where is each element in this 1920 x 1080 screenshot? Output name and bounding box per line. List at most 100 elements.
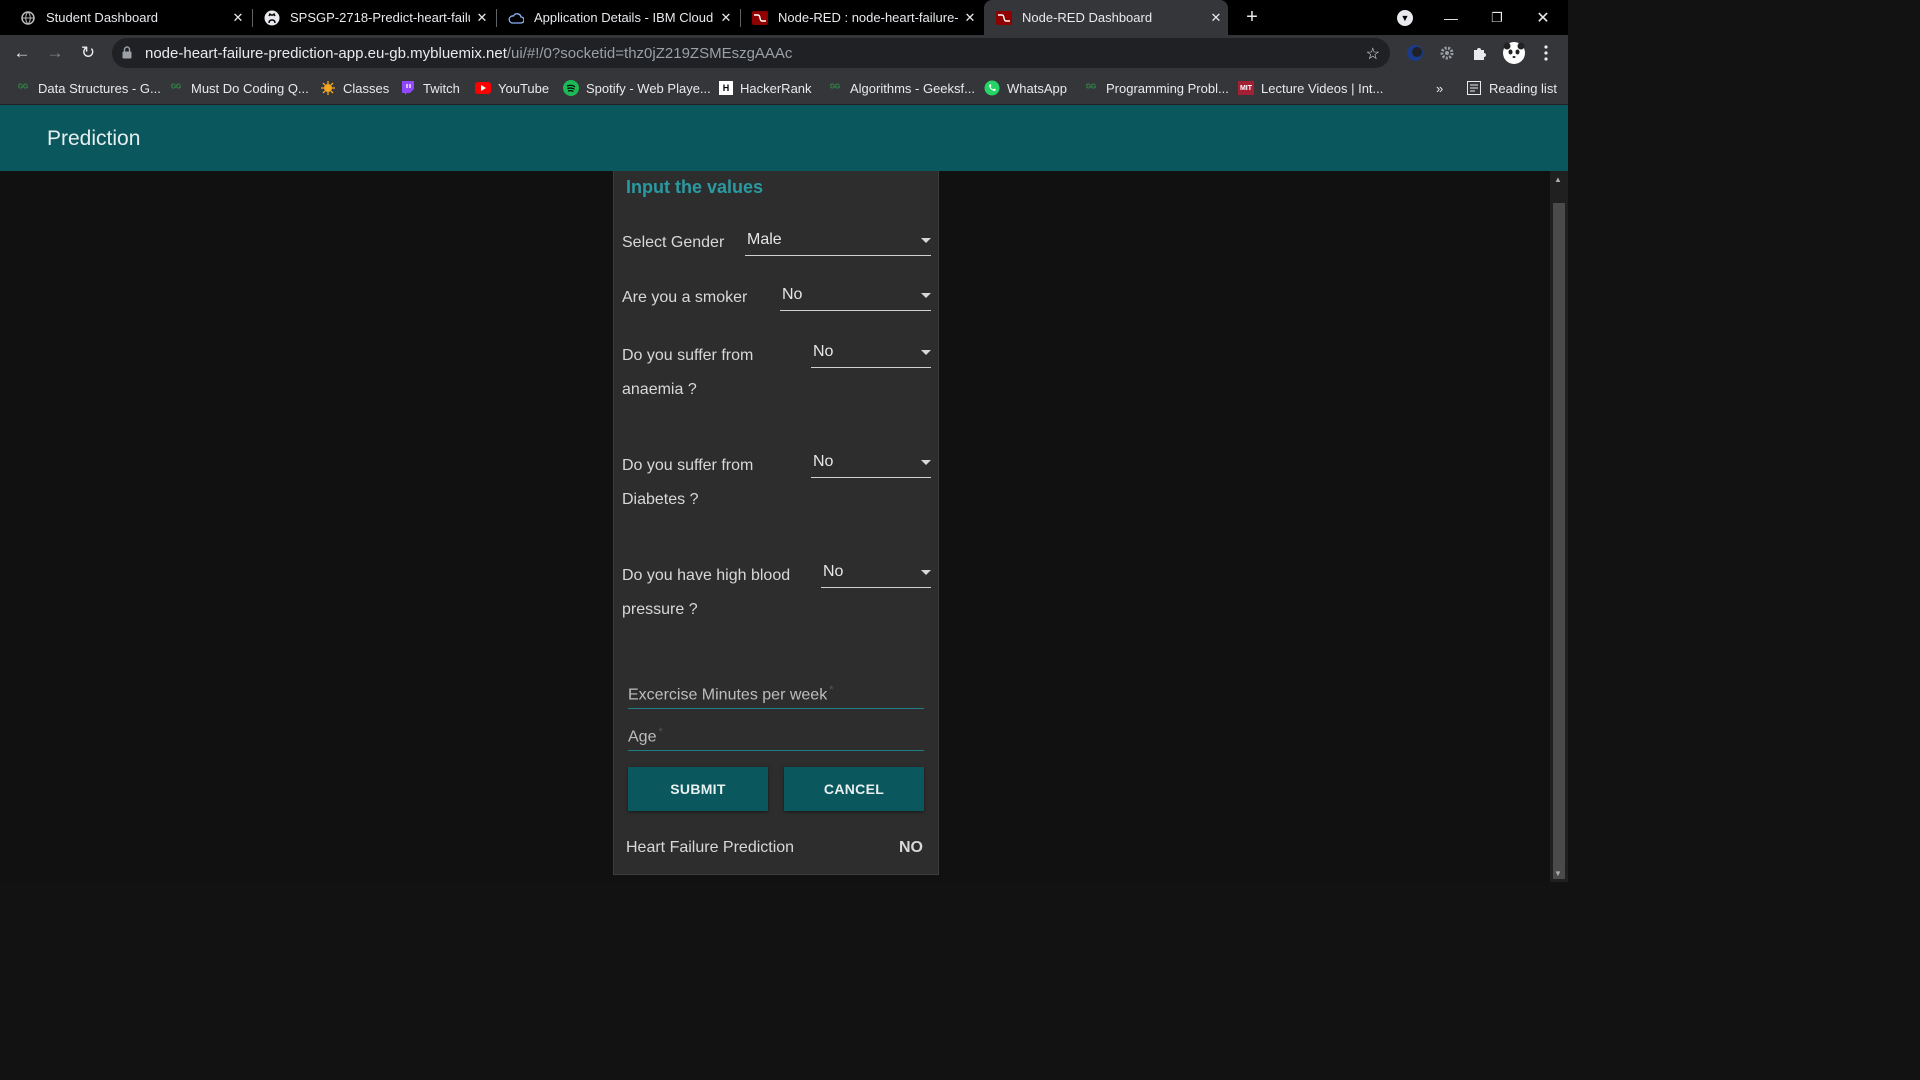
url-text: node-heart-failure-prediction-app.eu-gb.… [145, 45, 793, 62]
arrow-right-icon: → [46, 43, 64, 62]
arrow-left-icon: ← [13, 43, 31, 62]
bookmark-whatsapp[interactable]: WhatsApp [984, 79, 1067, 97]
gfg-icon: ᴳᴳ [1085, 82, 1097, 94]
bookmark-data-structures[interactable]: ᴳᴳ Data Structures - G... [15, 79, 161, 97]
lock-icon [122, 46, 132, 64]
prediction-label: Heart Failure Prediction [626, 839, 795, 856]
tab-node-red-editor[interactable]: Node-RED : node-heart-failure-p ✕ [740, 0, 982, 35]
caret-down-icon [921, 570, 931, 575]
caret-down-icon [921, 460, 931, 465]
close-icon[interactable]: ✕ [1204, 10, 1228, 26]
tab-student-dashboard[interactable]: Student Dashboard ✕ [8, 0, 250, 35]
browser-toolbar: ← → ↻ node-heart-failure-prediction-app.… [0, 35, 1568, 72]
scrollbar-thumb[interactable] [1553, 203, 1565, 879]
caret-down-icon [921, 350, 931, 355]
cancel-button[interactable]: CANCEL [784, 767, 924, 811]
restore-button[interactable]: ❐ [1474, 0, 1520, 35]
blood-pressure-label-continued: pressure ? [622, 601, 698, 618]
menu-icon[interactable] [1536, 43, 1556, 63]
tab-github[interactable]: SPSGP-2718-Predict-heart-failure ✕ [252, 0, 494, 35]
tab-title: Node-RED : node-heart-failure-p [778, 10, 958, 25]
vertical-scrollbar[interactable]: ▲ ▼ [1550, 171, 1568, 882]
reading-list-icon [1466, 80, 1482, 96]
star-icon[interactable]: ☆ [1366, 44, 1380, 64]
gender-label: Select Gender [622, 234, 725, 251]
bookmark-youtube[interactable]: YouTube [475, 79, 549, 97]
bookmarks-bar: ᴳᴳ Data Structures - G... ᴳᴳ Must Do Codin… [0, 72, 1568, 105]
address-bar[interactable]: node-heart-failure-prediction-app.eu-gb.… [112, 38, 1390, 68]
exercise-minutes-input[interactable]: Excercise Minutes per week * [628, 680, 924, 709]
spotify-icon [563, 80, 579, 96]
tab-node-red-dashboard[interactable]: Node-RED Dashboard ✕ [984, 0, 1228, 35]
chevron-down-icon: ▼ [1397, 9, 1413, 26]
anaemia-label: Do you suffer from [622, 347, 754, 364]
diabetes-value: No [813, 453, 834, 470]
forward-button[interactable]: → [43, 41, 67, 65]
tab-search-button[interactable]: ▼ [1382, 0, 1428, 35]
bookmark-must-do-coding[interactable]: ᴳᴳ Must Do Coding Q... [168, 79, 309, 97]
page-title: Prediction [47, 127, 141, 150]
whatsapp-icon [984, 80, 1000, 96]
minimize-icon: — [1444, 9, 1458, 26]
tab-title: Application Details - IBM Cloud [534, 10, 714, 25]
anaemia-dropdown[interactable]: No [811, 341, 931, 368]
caret-down-icon [921, 238, 931, 243]
profile-avatar[interactable] [1502, 41, 1526, 65]
tab-ibm-cloud[interactable]: Application Details - IBM Cloud ✕ [496, 0, 738, 35]
bookmark-classes[interactable]: Classes [320, 79, 389, 97]
close-icon[interactable]: ✕ [226, 10, 250, 26]
reading-list-button[interactable]: Reading list [1466, 79, 1557, 97]
exercise-minutes-placeholder: Excercise Minutes per week * [628, 684, 834, 704]
back-button[interactable]: ← [10, 41, 34, 65]
age-placeholder: Age * [628, 726, 663, 746]
github-icon [264, 10, 280, 26]
bookmark-programming-problems[interactable]: ᴳᴳ Programming Probl... [1083, 79, 1229, 97]
node-red-icon [752, 10, 768, 26]
bookmark-algorithms[interactable]: ᴳᴳ Algorithms - Geeksf... [827, 79, 975, 97]
smoker-dropdown[interactable]: No [780, 284, 931, 311]
reload-button[interactable]: ↻ [76, 41, 100, 65]
classes-icon [320, 80, 336, 96]
prediction-value: NO [899, 839, 923, 856]
age-input[interactable]: Age * [628, 722, 924, 751]
blood-pressure-label: Do you have high blood [622, 567, 791, 584]
bookmark-spotify[interactable]: Spotify - Web Playe... [563, 79, 711, 97]
gender-value: Male [747, 231, 782, 248]
new-tab-button[interactable]: + [1240, 6, 1264, 30]
scroll-down-icon[interactable]: ▼ [1554, 869, 1562, 878]
smoker-value: No [782, 286, 803, 303]
submit-button[interactable]: SUBMIT [628, 767, 768, 811]
gfg-icon: ᴳᴳ [17, 82, 29, 94]
anaemia-label-continued: anaemia ? [622, 381, 697, 398]
cloud-icon [508, 10, 524, 26]
gfg-icon: ᴳᴳ [170, 82, 182, 94]
minimize-button[interactable]: — [1428, 0, 1474, 35]
anaemia-value: No [813, 343, 834, 360]
tab-title: Node-RED Dashboard [1022, 10, 1153, 25]
tab-strip: Student Dashboard ✕ SPSGP-2718-Predict-h… [0, 0, 1568, 35]
node-red-icon [996, 10, 1012, 26]
input-form-card: Input the values Select Gender Male Are … [613, 171, 939, 875]
close-icon[interactable]: ✕ [958, 10, 982, 26]
card-title: Input the values [626, 177, 764, 197]
blood-pressure-dropdown[interactable]: No [821, 561, 931, 588]
restore-icon: ❐ [1491, 9, 1503, 25]
gfg-icon: ᴳᴳ [829, 82, 841, 94]
close-window-button[interactable]: ✕ [1520, 0, 1566, 35]
extension-icon[interactable] [1405, 43, 1425, 63]
scroll-up-icon[interactable]: ▲ [1554, 175, 1562, 184]
tab-title: Student Dashboard [46, 10, 159, 25]
bookmark-twitch[interactable]: Twitch [400, 79, 460, 97]
diabetes-label-continued: Diabetes ? [622, 491, 699, 508]
blood-pressure-value: No [823, 563, 844, 580]
twitch-icon [400, 80, 416, 96]
bookmark-lecture-videos[interactable]: MIT Lecture Videos | Int... [1238, 79, 1383, 97]
gender-dropdown[interactable]: Male [745, 229, 931, 256]
bookmarks-overflow-button[interactable]: » [1436, 79, 1443, 97]
close-icon[interactable]: ✕ [470, 10, 494, 26]
gear-icon[interactable] [1437, 43, 1457, 63]
puzzle-icon[interactable] [1470, 43, 1490, 63]
bookmark-hackerrank[interactable]: H HackerRank [719, 79, 812, 97]
diabetes-dropdown[interactable]: No [811, 451, 931, 478]
close-icon[interactable]: ✕ [714, 10, 738, 26]
